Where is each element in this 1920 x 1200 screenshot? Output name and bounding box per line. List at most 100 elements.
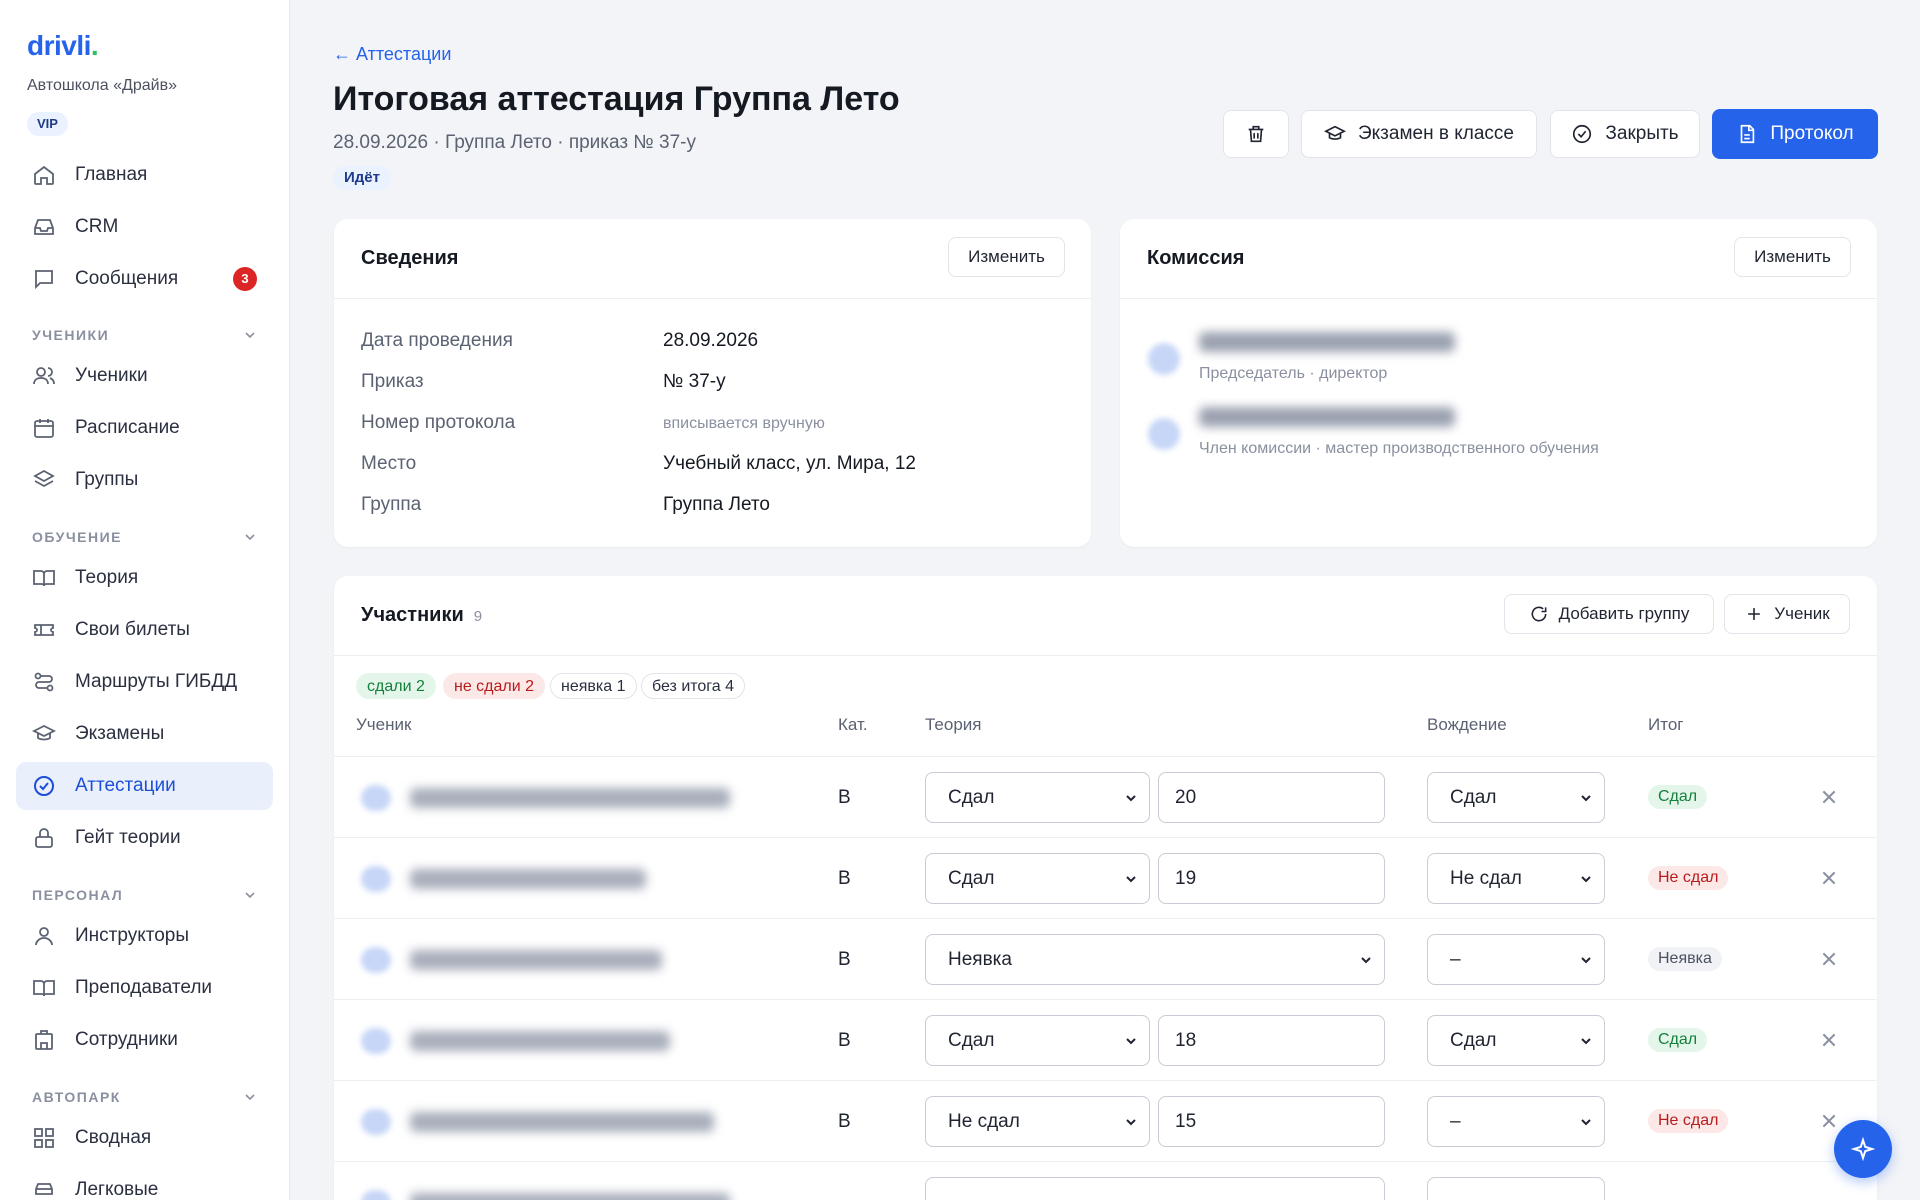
sidebar-item-messages[interactable]: Сообщения 3 — [16, 255, 273, 303]
chevron-down-icon — [245, 534, 255, 541]
driving-select[interactable]: Не сдал — [1427, 853, 1605, 904]
filter-absent[interactable]: неявка 1 — [550, 673, 637, 699]
remove-icon[interactable] — [1820, 950, 1838, 968]
remove-icon[interactable] — [1820, 1112, 1838, 1130]
theory-select[interactable]: Сдал — [925, 772, 1150, 823]
chat-icon — [35, 270, 53, 290]
column-header-theory[interactable]: Теория — [925, 715, 982, 735]
sidebar-item-groups[interactable]: Группы — [16, 456, 273, 504]
section-learning[interactable]: ОБУЧЕНИЕ — [32, 529, 258, 545]
sidebar-item-students[interactable]: Ученики — [16, 352, 273, 400]
sidebar-item-label: Гейт теории — [75, 827, 181, 848]
button-label: Ученик — [1774, 604, 1830, 623]
driving-select[interactable]: – — [1427, 934, 1605, 985]
users-icon — [33, 367, 55, 385]
filter-failed[interactable]: не сдали 2 — [443, 673, 546, 699]
theory-score-input[interactable]: 15 — [1158, 1096, 1385, 1147]
student-name-redacted[interactable] — [410, 1031, 670, 1051]
back-link[interactable]: ← Аттестации — [333, 44, 451, 65]
driving-select[interactable] — [1427, 1177, 1605, 1200]
field-value-protocol-number: вписывается вручную — [663, 415, 825, 432]
sidebar-item-tickets[interactable]: Свои билеты — [16, 606, 273, 654]
edit-info-button[interactable]: Изменить — [948, 237, 1065, 277]
grid-icon — [34, 1128, 54, 1148]
student-name-redacted[interactable] — [410, 1193, 730, 1200]
protocol-button[interactable]: Протокол — [1712, 109, 1878, 159]
member-name-redacted — [1199, 407, 1455, 427]
result-badge: Сдал — [1648, 1028, 1708, 1052]
select-value: – — [1450, 948, 1461, 970]
table-row: B Сдал 18 Сдал Сдал — [334, 999, 1876, 1080]
section-title: УЧЕНИКИ — [32, 327, 110, 343]
student-name-redacted[interactable] — [410, 950, 662, 970]
assistant-fab[interactable] — [1834, 1120, 1892, 1178]
theory-select[interactable]: Не сдал — [925, 1096, 1150, 1147]
page-title: Итоговая аттестация Группа Лето — [333, 80, 900, 118]
section-students[interactable]: УЧЕНИКИ — [32, 327, 258, 343]
document-icon — [1741, 124, 1755, 144]
sidebar-item-crm[interactable]: CRM — [16, 203, 273, 251]
table-row: B Не сдал 15 – Не сдал — [334, 1080, 1876, 1161]
sidebar-item-teachers[interactable]: Преподаватели — [16, 964, 273, 1012]
add-group-button[interactable]: Добавить группу — [1504, 594, 1714, 634]
delete-button[interactable] — [1223, 110, 1289, 158]
filter-passed[interactable]: сдали 2 — [356, 673, 436, 699]
button-label: Протокол — [1770, 123, 1854, 144]
field-value-group: Группа Лето — [663, 494, 770, 515]
driving-select[interactable]: Сдал — [1427, 1015, 1605, 1066]
commission-card: Комиссия Изменить Председатель · директо… — [1120, 219, 1877, 547]
column-header-result[interactable]: Итог — [1648, 715, 1683, 735]
section-staff[interactable]: ПЕРСОНАЛ — [32, 887, 258, 903]
theory-select[interactable]: Неявка — [925, 934, 1385, 985]
sidebar-item-theory[interactable]: Теория — [16, 554, 273, 602]
driving-select[interactable]: Сдал — [1427, 772, 1605, 823]
filter-no-result[interactable]: без итога 4 — [641, 673, 746, 699]
remove-icon[interactable] — [1820, 869, 1838, 887]
member-role: Член комиссии · мастер производственного… — [1199, 440, 1599, 457]
column-header-student[interactable]: Ученик — [356, 715, 411, 735]
driving-select[interactable]: – — [1427, 1096, 1605, 1147]
sidebar-item-instructors[interactable]: Инструкторы — [16, 912, 273, 960]
remove-icon[interactable] — [1820, 788, 1838, 806]
add-student-button[interactable]: Ученик — [1724, 594, 1850, 634]
section-fleet[interactable]: АВТОПАРК — [32, 1089, 258, 1105]
graduation-cap-icon — [32, 724, 56, 741]
sidebar-item-exams[interactable]: Экзамены — [16, 710, 273, 758]
result-badge: Не сдал — [1648, 866, 1729, 890]
sidebar-item-attestations[interactable]: Аттестации — [16, 762, 273, 810]
theory-score-input[interactable]: 18 — [1158, 1015, 1385, 1066]
category-cell: B — [838, 1030, 851, 1051]
sidebar-item-summary[interactable]: Сводная — [16, 1114, 273, 1162]
sidebar-item-home[interactable]: Главная — [16, 151, 273, 199]
chevron-down-icon — [1581, 1038, 1591, 1045]
column-header-driving[interactable]: Вождение — [1427, 715, 1507, 735]
remove-icon[interactable] — [1820, 1031, 1838, 1049]
theory-select[interactable] — [925, 1177, 1385, 1200]
avatar — [361, 1109, 391, 1135]
theory-score-input[interactable]: 20 — [1158, 772, 1385, 823]
student-name-redacted[interactable] — [410, 1112, 714, 1132]
theory-select[interactable]: Сдал — [925, 853, 1150, 904]
close-button[interactable]: Закрыть — [1550, 110, 1700, 158]
exam-in-class-button[interactable]: Экзамен в классе — [1301, 110, 1537, 158]
field-value-order: № 37-у — [663, 371, 726, 392]
trash-icon — [1248, 125, 1264, 143]
sidebar-item-theory-gate[interactable]: Гейт теории — [16, 814, 273, 862]
avatar — [361, 1190, 391, 1200]
student-name-redacted[interactable] — [410, 788, 730, 808]
app-logo[interactable]: drivli. — [27, 30, 99, 62]
sidebar-item-schedule[interactable]: Расписание — [16, 404, 273, 452]
student-name-redacted[interactable] — [410, 869, 646, 889]
theory-select[interactable]: Сдал — [925, 1015, 1150, 1066]
card-title: Комиссия — [1147, 247, 1245, 269]
lock-icon — [35, 828, 53, 848]
theory-score-input[interactable]: 19 — [1158, 853, 1385, 904]
sidebar-item-label: Экзамены — [75, 723, 165, 744]
column-header-category[interactable]: Кат. — [838, 715, 868, 735]
sidebar-item-routes[interactable]: Маршруты ГИБДД — [16, 658, 273, 706]
sidebar-item-employees[interactable]: Сотрудники — [16, 1016, 273, 1064]
sidebar-item-cars[interactable]: Легковые — [16, 1166, 273, 1200]
edit-commission-button[interactable]: Изменить — [1734, 237, 1851, 277]
sidebar-item-label: Группы — [75, 469, 139, 490]
card-title: Участники 9 — [361, 604, 483, 626]
